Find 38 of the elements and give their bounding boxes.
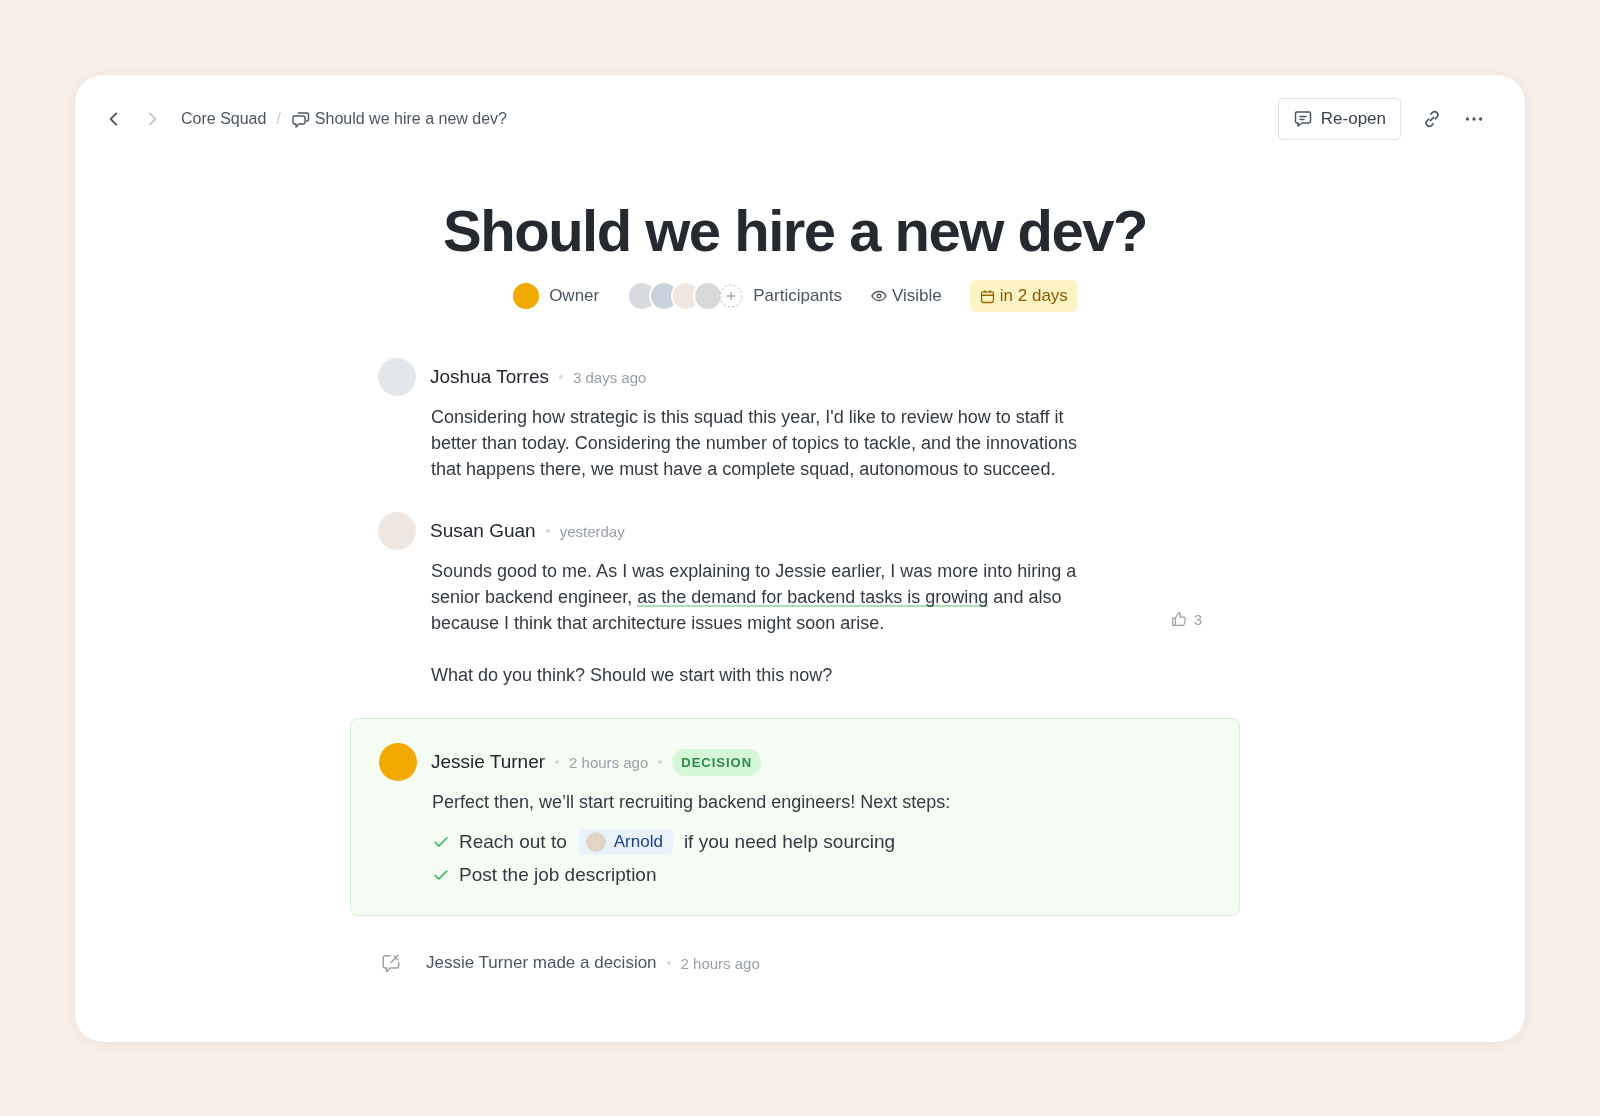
comment-time: yesterday xyxy=(559,522,625,540)
user-avatar xyxy=(378,358,416,396)
step-text: Reach out to xyxy=(459,830,567,853)
calendar-icon xyxy=(978,287,996,305)
decision-badge: DECISION xyxy=(672,748,762,776)
author-name: Joshua Torres xyxy=(430,366,549,388)
decision-icon xyxy=(380,952,402,974)
author-name: Jessie Turner xyxy=(431,751,546,773)
author-name: Susan Guan xyxy=(430,520,536,542)
due-date-chip[interactable]: in 2 days xyxy=(969,280,1077,312)
separator-dot xyxy=(666,961,671,965)
thumbs-up-icon xyxy=(1169,610,1188,628)
participants-label: Participants xyxy=(753,286,843,306)
breadcrumb-link[interactable]: Core Squad xyxy=(181,110,267,128)
owner-avatar xyxy=(513,283,540,309)
separator-dot xyxy=(559,375,563,379)
breadcrumb-link[interactable]: Should we hire a new dev? xyxy=(314,110,507,128)
comment-time: 2 hours ago xyxy=(569,753,649,771)
page-title: Should we hire a new dev? xyxy=(442,197,1148,264)
comment-icon xyxy=(1292,109,1313,129)
user-avatar xyxy=(378,512,416,550)
activity-time: 2 hours ago xyxy=(680,954,760,972)
separator-dot xyxy=(545,529,550,533)
breadcrumb-separator: / xyxy=(276,110,281,128)
speech-bubbles-icon xyxy=(290,109,311,129)
comment-text: Perfect then, we’ll start recruiting backend engineers! Next steps: xyxy=(432,791,952,814)
comment-text: Sounds good to me. As I was explaining to Jessie earlier, I was more into hiring a senior backend engineer, as the demand for backend tasks is growing and also because I think that architecture issues might soon arise. xyxy=(431,560,1078,635)
step-text: Post the job description xyxy=(459,863,657,886)
comment-time: 3 days ago xyxy=(573,368,647,386)
user-mention[interactable]: Arnold xyxy=(577,828,673,855)
owner-label: Owner xyxy=(549,286,600,306)
user-avatar xyxy=(379,743,417,781)
reopen-button[interactable]: Re-open xyxy=(1277,98,1401,140)
activity-text: Jessie Turner made a decision xyxy=(426,953,657,973)
step-text: if you need help sourcing xyxy=(683,830,896,853)
comment-text: What do you think? Should we start with this now? xyxy=(431,664,834,687)
comment-text: Considering how strategic is this squad this year, I'd like to review how to staff it better than today. Considering the number of topics to tackle, and the innovations that happens there, we must have a complete squad, autonomous to succeed. xyxy=(431,406,1079,481)
visibility-label: Visible xyxy=(892,286,942,306)
